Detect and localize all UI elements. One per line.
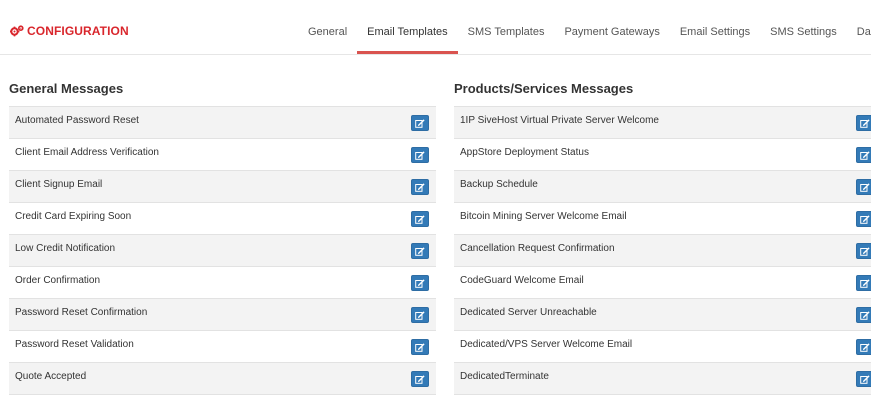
general-messages-section: General Messages Automated Password Rese… (9, 70, 436, 395)
template-row: Dedicated Server Unreachable (454, 299, 871, 331)
template-name: Password Reset Validation (15, 339, 134, 350)
template-row: Client Email Address Verification (9, 139, 436, 171)
template-name: 1IP SiveHost Virtual Private Server Welc… (460, 115, 659, 126)
template-row: Dedicated/VPS Server Welcome Email (454, 331, 871, 363)
edit-template-button[interactable] (856, 147, 871, 163)
template-name: CodeGuard Welcome Email (460, 275, 584, 286)
edit-template-button[interactable] (856, 307, 871, 323)
tab-email-settings[interactable]: Email Settings (670, 0, 760, 54)
edit-icon (415, 118, 425, 128)
template-row: Credit Card Expiring Soon (9, 203, 436, 235)
edit-template-button[interactable] (856, 275, 871, 291)
edit-icon (860, 246, 870, 256)
template-row: Bitcoin Mining Server Welcome Email (454, 203, 871, 235)
template-name: Automated Password Reset (15, 115, 139, 126)
edit-icon (415, 342, 425, 352)
edit-template-button[interactable] (856, 243, 871, 259)
template-name: Dedicated/VPS Server Welcome Email (460, 339, 633, 350)
edit-icon (860, 310, 870, 320)
edit-icon (860, 214, 870, 224)
template-row: Quote Accepted (9, 363, 436, 395)
template-name: Client Signup Email (15, 179, 103, 190)
edit-icon (860, 118, 870, 128)
edit-template-button[interactable] (411, 275, 429, 291)
edit-template-button[interactable] (411, 243, 429, 259)
edit-template-button[interactable] (411, 147, 429, 163)
edit-icon (415, 214, 425, 224)
gears-icon (10, 25, 24, 37)
template-name: Dedicated Server Unreachable (460, 307, 597, 318)
template-name: Bitcoin Mining Server Welcome Email (460, 211, 627, 222)
edit-icon (415, 310, 425, 320)
template-name: Backup Schedule (460, 179, 538, 190)
product-messages-list: 1IP SiveHost Virtual Private Server Welc… (454, 106, 871, 395)
template-name: Quote Accepted (15, 371, 87, 382)
template-name: Low Credit Notification (15, 243, 116, 254)
template-name: Cancellation Request Confirmation (460, 243, 615, 254)
page-header: CONFIGURATION General Email Templates SMS … (0, 0, 871, 55)
edit-icon (860, 150, 870, 160)
general-messages-list: Automated Password Reset Client Email Add… (9, 106, 436, 395)
tab-email-templates[interactable]: Email Templates (357, 0, 458, 54)
config-tabs: General Email Templates SMS Templates Payme… (298, 0, 871, 54)
page-title: CONFIGURATION (27, 24, 129, 38)
tab-data-export[interactable]: Data Export (847, 0, 871, 54)
template-row: AppStore Deployment Status (454, 139, 871, 171)
template-row: Backup Schedule (454, 171, 871, 203)
edit-template-button[interactable] (411, 115, 429, 131)
edit-icon (415, 150, 425, 160)
tab-general[interactable]: General (298, 0, 357, 54)
edit-template-button[interactable] (856, 339, 871, 355)
configuration-page: CONFIGURATION General Email Templates SMS … (0, 0, 871, 400)
template-name: Password Reset Confirmation (15, 307, 148, 318)
template-row: Client Signup Email (9, 171, 436, 203)
brand: CONFIGURATION (10, 24, 129, 38)
edit-template-button[interactable] (856, 211, 871, 227)
edit-icon (415, 246, 425, 256)
template-name: DedicatedTerminate (460, 371, 549, 382)
tab-payment-gateways[interactable]: Payment Gateways (554, 0, 669, 54)
edit-icon (860, 342, 870, 352)
edit-icon (415, 374, 425, 384)
edit-template-button[interactable] (856, 179, 871, 195)
edit-template-button[interactable] (856, 371, 871, 387)
template-row: Password Reset Validation (9, 331, 436, 363)
edit-icon (860, 374, 870, 384)
template-row: Low Credit Notification (9, 235, 436, 267)
tab-sms-templates[interactable]: SMS Templates (458, 0, 555, 54)
template-row: Order Confirmation (9, 267, 436, 299)
edit-template-button[interactable] (856, 115, 871, 131)
edit-icon (415, 182, 425, 192)
template-name: AppStore Deployment Status (460, 147, 589, 158)
general-messages-title: General Messages (9, 81, 124, 96)
template-row: Automated Password Reset (9, 107, 436, 139)
edit-template-button[interactable] (411, 211, 429, 227)
template-name: Order Confirmation (15, 275, 101, 286)
template-name: Credit Card Expiring Soon (15, 211, 132, 222)
template-row: DedicatedTerminate (454, 363, 871, 395)
template-name: Client Email Address Verification (15, 147, 159, 158)
edit-template-button[interactable] (411, 179, 429, 195)
product-messages-title: Products/Services Messages (454, 81, 634, 96)
template-row: CodeGuard Welcome Email (454, 267, 871, 299)
edit-template-button[interactable] (411, 339, 429, 355)
template-row: 1IP SiveHost Virtual Private Server Welc… (454, 107, 871, 139)
product-messages-section: Products/Services Messages 1IP SiveHost … (454, 70, 871, 395)
edit-template-button[interactable] (411, 307, 429, 323)
template-row: Password Reset Confirmation (9, 299, 436, 331)
edit-icon (860, 182, 870, 192)
edit-icon (415, 278, 425, 288)
edit-template-button[interactable] (411, 371, 429, 387)
template-row: Cancellation Request Confirmation (454, 235, 871, 267)
edit-icon (860, 278, 870, 288)
tab-sms-settings[interactable]: SMS Settings (760, 0, 847, 54)
